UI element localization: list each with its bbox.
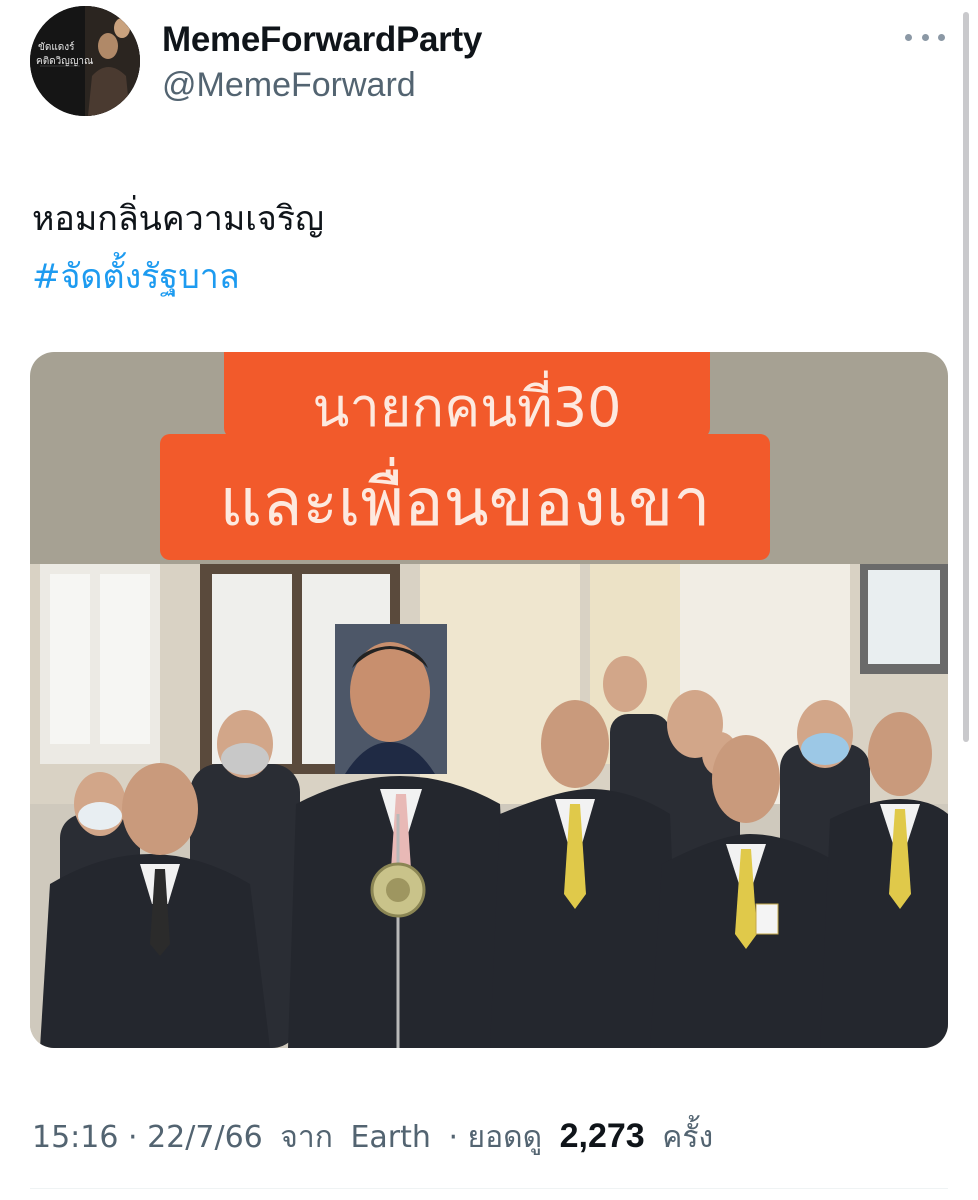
tweet-source: Earth [350, 1120, 431, 1155]
divider [30, 1188, 948, 1189]
tweet-date[interactable]: 22/7/66 [147, 1120, 263, 1155]
tweet-text: หอมกลิ่นความเจริญ #จัดตั้งรัฐบาล [32, 190, 324, 306]
more-horizontal-icon [905, 33, 912, 41]
tweet-meta: 15:16 · 22/7/66 จาก Earth · ยอดดู 2,273 … [32, 1114, 721, 1161]
more-horizontal-icon [921, 33, 929, 41]
views-suffix: ครั้ง [662, 1120, 714, 1155]
hashtag-link[interactable]: #จัดตั้งรัฐบาล [32, 248, 324, 306]
avatar-caption-line2: คติดวิญญาณ [36, 56, 93, 67]
views-count[interactable]: 2,273 [560, 1117, 645, 1155]
tweet-media-image[interactable]: นายกคนที่30 และเพื่อนของเขา [30, 352, 948, 1048]
meta-separator: · [128, 1120, 148, 1155]
views-label: ยอดดู [467, 1120, 543, 1155]
display-name[interactable]: MemeForwardParty [162, 20, 482, 60]
user-handle[interactable]: @MemeForward [162, 66, 416, 105]
scrollbar[interactable] [963, 12, 969, 742]
tweet-body: หอมกลิ่นความเจริญ [32, 199, 325, 239]
more-options-button[interactable] [905, 22, 945, 52]
meta-separator: · [448, 1120, 468, 1155]
source-prefix: จาก [280, 1120, 333, 1155]
banner-line-2: และเพื่อนของเขา [219, 464, 711, 541]
banner-bottom: และเพื่อนของเขา [160, 434, 770, 560]
tweet-time[interactable]: 15:16 [32, 1120, 118, 1155]
group-photo [30, 564, 948, 1048]
avatar[interactable]: ขัดแดงร์ คติดวิญญาณ [30, 6, 140, 116]
banner-top: นายกคนที่30 [224, 352, 710, 439]
avatar-caption-line1: ขัดแดงร์ [38, 41, 75, 53]
more-horizontal-icon [938, 33, 945, 41]
